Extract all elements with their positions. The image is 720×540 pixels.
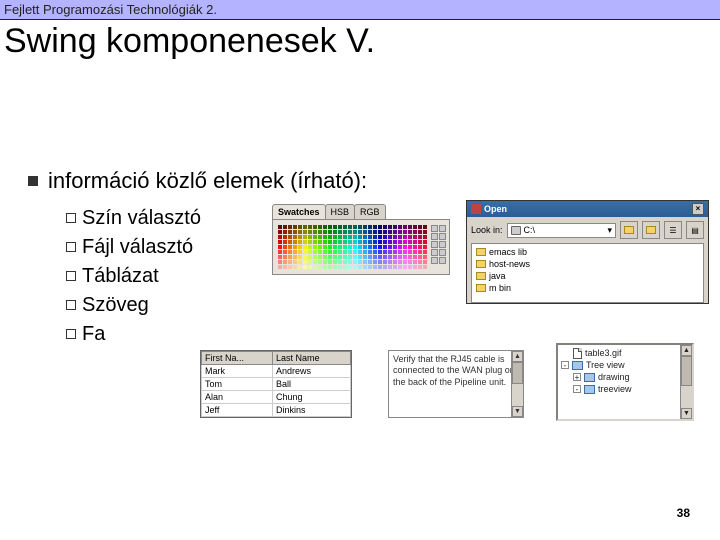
lookin-dropdown[interactable]: C:\ ▾ — [507, 223, 616, 238]
folder-icon — [476, 248, 486, 256]
list-view-button[interactable]: ☰ — [664, 221, 682, 239]
hollow-bullet-icon — [66, 300, 76, 310]
hollow-bullet-icon — [66, 329, 76, 339]
cell: Tom — [202, 378, 273, 391]
bullet-level1-text: információ közlő elemek (írható): — [48, 168, 367, 193]
cell: Dinkins — [273, 404, 351, 417]
up-folder-button[interactable] — [620, 221, 638, 239]
color-chooser-tabs: Swatches HSB RGB — [272, 204, 450, 219]
collapse-icon[interactable]: - — [561, 361, 569, 369]
list-item[interactable]: m bin — [476, 282, 699, 294]
tree-label: drawing — [598, 371, 630, 383]
hollow-bullet-icon — [66, 213, 76, 223]
tree-label: Tree view — [586, 359, 625, 371]
folder-icon — [476, 260, 486, 268]
cell: Jeff — [202, 404, 273, 417]
sub-bullet-text: Fájl választó — [82, 236, 193, 258]
color-chooser-widget: Swatches HSB RGB — [272, 204, 450, 275]
lookin-value: C:\ — [524, 225, 536, 235]
hollow-bullet-icon — [66, 242, 76, 252]
sub-bullet: Fa — [66, 320, 367, 349]
scroll-thumb[interactable] — [512, 362, 523, 384]
list-item[interactable]: java — [476, 270, 699, 282]
lookin-label: Look in: — [471, 225, 503, 235]
file-chooser-widget: Open × Look in: C:\ ▾ ☰ ▤ emacs lib host… — [466, 200, 709, 304]
slide-title: Swing komponenesek V. — [4, 22, 716, 61]
file-chooser-titlebar: Open × — [467, 201, 708, 217]
table-row[interactable]: TomBall — [202, 378, 351, 391]
color-chooser-body — [272, 219, 450, 275]
tree-label: table3.gif — [585, 347, 622, 359]
textarea-text: Verify that the RJ45 cable is connected … — [393, 354, 515, 387]
table-row[interactable]: AlanChung — [202, 391, 351, 404]
disk-icon — [511, 226, 521, 235]
scroll-down-button[interactable]: ▼ — [512, 406, 523, 417]
page-number: 38 — [677, 506, 690, 520]
folder-icon — [476, 284, 486, 292]
expand-icon[interactable]: + — [573, 373, 581, 381]
details-view-button[interactable]: ▤ — [686, 221, 704, 239]
tab-rgb[interactable]: RGB — [354, 204, 386, 219]
item-label: host-news — [489, 259, 530, 269]
square-bullet-icon — [28, 176, 38, 186]
folder-icon — [646, 226, 656, 234]
scroll-up-button[interactable]: ▲ — [512, 351, 523, 362]
table-header[interactable]: Last Name — [273, 352, 351, 365]
file-icon — [573, 348, 582, 359]
lookin-row: Look in: C:\ ▾ ☰ ▤ — [467, 217, 708, 243]
file-chooser-title: Open — [484, 204, 507, 214]
folder-icon — [584, 385, 595, 394]
table-widget: First Na... Last Name MarkAndrews TomBal… — [200, 350, 352, 418]
scrollbar[interactable]: ▲ ▼ — [511, 351, 523, 417]
swatch-grid[interactable] — [278, 225, 427, 269]
scrollbar[interactable]: ▲ ▼ — [680, 345, 692, 419]
tree-node[interactable]: table3.gif — [573, 347, 689, 359]
close-button[interactable]: × — [692, 203, 704, 215]
tree-node[interactable]: - Tree view — [561, 359, 689, 371]
item-label: emacs lib — [489, 247, 527, 257]
hollow-bullet-icon — [66, 271, 76, 281]
cell: Alan — [202, 391, 273, 404]
sub-bullet-text: Fa — [82, 323, 105, 345]
table-header[interactable]: First Na... — [202, 352, 273, 365]
chevron-down-icon: ▾ — [607, 225, 612, 236]
file-list[interactable]: emacs lib host-news java m bin — [471, 243, 704, 303]
list-item[interactable]: emacs lib — [476, 246, 699, 258]
item-label: m bin — [489, 283, 511, 293]
table-row[interactable]: MarkAndrews — [202, 365, 351, 378]
tree-node[interactable]: - treeview — [573, 383, 689, 395]
bullet-level1: információ közlő elemek (írható): — [28, 168, 367, 194]
tree-node[interactable]: + drawing — [573, 371, 689, 383]
sub-bullet-text: Szöveg — [82, 294, 149, 316]
scroll-thumb[interactable] — [681, 356, 692, 386]
textarea-widget[interactable]: Verify that the RJ45 cable is connected … — [388, 350, 524, 418]
slide-header: Fejlett Programozási Technológiák 2. — [0, 0, 720, 20]
tree-widget: table3.gif - Tree view + drawing - treeview… — [556, 343, 694, 421]
scroll-down-button[interactable]: ▼ — [681, 408, 692, 419]
folder-icon — [572, 361, 583, 370]
tree-label: treeview — [598, 383, 632, 395]
collapse-icon[interactable]: - — [573, 385, 581, 393]
tab-swatches[interactable]: Swatches — [272, 204, 326, 219]
recent-swatches[interactable] — [431, 225, 446, 269]
folder-icon — [476, 272, 486, 280]
folder-icon — [624, 226, 634, 234]
sub-bullet-text: Táblázat — [82, 265, 159, 287]
java-cup-icon — [471, 204, 481, 214]
cell: Chung — [273, 391, 351, 404]
table-row[interactable]: JeffDinkins — [202, 404, 351, 417]
new-folder-button[interactable] — [642, 221, 660, 239]
cell: Mark — [202, 365, 273, 378]
sub-bullet: Szöveg — [66, 291, 367, 320]
list-item[interactable]: host-news — [476, 258, 699, 270]
sub-bullet-text: Szín választó — [82, 207, 201, 229]
item-label: java — [489, 271, 506, 281]
scroll-up-button[interactable]: ▲ — [681, 345, 692, 356]
cell: Ball — [273, 378, 351, 391]
folder-icon — [584, 373, 595, 382]
tab-hsb[interactable]: HSB — [325, 204, 356, 219]
cell: Andrews — [273, 365, 351, 378]
